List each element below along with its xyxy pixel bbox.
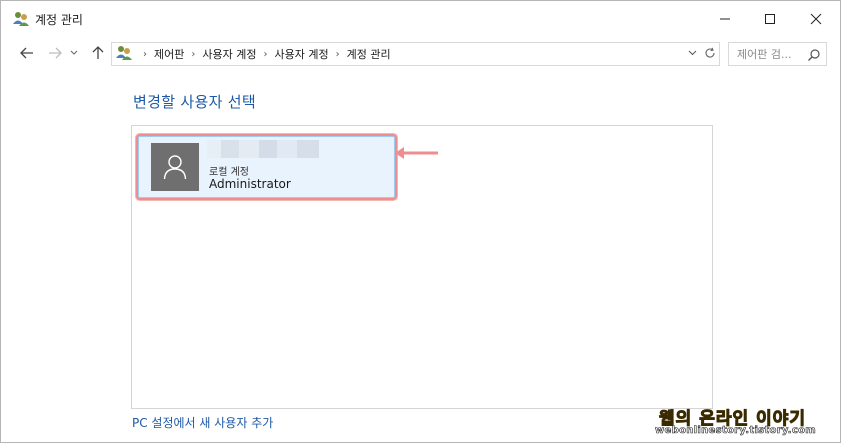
search-placeholder: 제어판 검...: [737, 48, 792, 61]
up-arrow-icon: [92, 46, 104, 59]
forward-arrow-icon: [49, 47, 62, 59]
add-user-link[interactable]: PC 설정에서 새 사용자 추가: [132, 414, 273, 431]
refresh-icon: [705, 47, 715, 58]
chevron-right-icon: ›: [143, 48, 147, 60]
blurred-account-name: [207, 140, 319, 158]
back-button[interactable]: [17, 43, 37, 63]
address-history-button[interactable]: [684, 42, 700, 64]
breadcrumb: › 제어판 › 사용자 계정 › 사용자 계정 › 계정 관리: [140, 46, 395, 62]
maximize-button[interactable]: [747, 1, 793, 37]
account-role: Administrator: [209, 177, 291, 191]
page-title: 변경할 사용자 선택: [133, 93, 256, 111]
chevron-right-icon[interactable]: ›: [191, 49, 195, 60]
breadcrumb-item[interactable]: 사용자 계정: [274, 46, 328, 62]
account-type: 로컬 계정: [209, 167, 249, 178]
chevron-down-icon: [70, 50, 78, 55]
minimize-button[interactable]: [702, 1, 748, 37]
highlight-arrow-icon: [395, 147, 438, 159]
refresh-button[interactable]: [701, 42, 718, 64]
avatar: [151, 143, 199, 191]
back-arrow-icon: [20, 47, 33, 59]
close-button[interactable]: [793, 1, 839, 37]
window-title: 계정 관리: [35, 13, 83, 27]
up-button[interactable]: [88, 43, 108, 63]
user-accounts-icon: [12, 11, 30, 27]
breadcrumb-item[interactable]: 사용자 계정: [202, 46, 256, 62]
account-tile[interactable]: 로컬 계정 Administrator: [138, 136, 395, 198]
address-bar[interactable]: › 제어판 › 사용자 계정 › 사용자 계정 › 계정 관리: [111, 42, 720, 66]
chevron-right-icon[interactable]: ›: [336, 49, 340, 60]
user-accounts-icon: [115, 45, 133, 61]
user-icon: [163, 155, 187, 180]
chevron-down-icon: [688, 50, 696, 56]
watermark-url: webonlinestory.tistory.com: [655, 425, 817, 437]
search-input[interactable]: 제어판 검...: [728, 42, 827, 66]
chevron-right-icon[interactable]: ›: [263, 49, 267, 60]
control-panel-window: 계정 관리 › 제어판 › 사용자 계정 › 사용자 계정 › 계정 관리 제어…: [0, 0, 841, 443]
recent-locations-button[interactable]: [67, 43, 81, 63]
watermark: 웹의 온라인 이야기 webonlinestory.tistory.com: [655, 404, 827, 440]
title-bar: 계정 관리: [1, 1, 840, 37]
forward-button[interactable]: [45, 43, 65, 63]
breadcrumb-item[interactable]: 계정 관리: [347, 46, 391, 62]
search-icon: [807, 47, 821, 61]
breadcrumb-item[interactable]: 제어판: [154, 46, 184, 62]
